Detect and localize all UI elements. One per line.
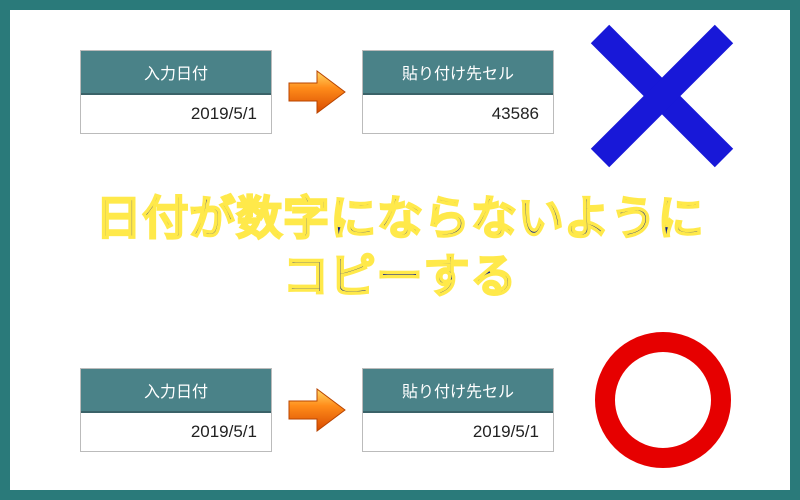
output-value-bottom: 2019/5/1 (363, 413, 553, 451)
example-row-correct: 入力日付 2019/5/1 貼り付け先セル 2019/5/1 (80, 368, 554, 452)
input-value-bottom: 2019/5/1 (81, 413, 271, 451)
input-value-top: 2019/5/1 (81, 95, 271, 133)
circle-icon (588, 325, 738, 475)
output-cell-bottom: 貼り付け先セル 2019/5/1 (362, 368, 554, 452)
headline-text: 日付が数字にならないように コピーする (10, 190, 790, 305)
arrow-icon-bottom (272, 385, 362, 435)
input-header-bottom: 入力日付 (81, 369, 271, 413)
input-cell-top: 入力日付 2019/5/1 (80, 50, 272, 134)
arrow-icon-top (272, 67, 362, 117)
output-header-bottom: 貼り付け先セル (363, 369, 553, 413)
headline-line2: コピーする (283, 250, 518, 302)
cross-icon (582, 16, 742, 176)
circle-mark-icon (588, 325, 738, 480)
example-row-wrong: 入力日付 2019/5/1 貼り付け先セル 43586 (80, 50, 554, 134)
input-header-top: 入力日付 (81, 51, 271, 95)
arrow-right-icon (285, 67, 349, 117)
input-cell-bottom: 入力日付 2019/5/1 (80, 368, 272, 452)
output-header-top: 貼り付け先セル (363, 51, 553, 95)
headline-line1: 日付が数字にならないように (95, 192, 704, 244)
x-mark-icon (582, 16, 742, 181)
output-value-top: 43586 (363, 95, 553, 133)
arrow-right-icon (285, 385, 349, 435)
output-cell-top: 貼り付け先セル 43586 (362, 50, 554, 134)
diagram-canvas: 入力日付 2019/5/1 貼り付け先セル 43586 (10, 10, 790, 490)
